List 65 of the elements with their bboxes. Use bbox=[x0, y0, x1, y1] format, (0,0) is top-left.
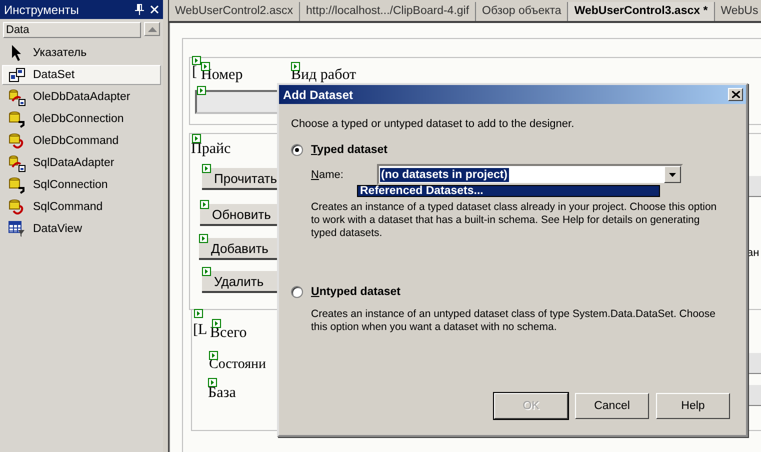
marker-icon[interactable] bbox=[291, 62, 300, 71]
document-tab[interactable]: WebUserControl3.ascx * bbox=[568, 2, 715, 21]
toolbox-item[interactable]: OleDbConnection bbox=[2, 109, 161, 129]
toolbox-item[interactable]: Указатель bbox=[2, 43, 161, 63]
marker-icon[interactable] bbox=[192, 56, 201, 65]
connection-icon bbox=[8, 110, 26, 128]
marker-icon[interactable] bbox=[202, 164, 211, 173]
marker-icon[interactable] bbox=[212, 319, 221, 328]
status-label: Состояни bbox=[209, 357, 266, 373]
toolbox-item[interactable]: SqlConnection bbox=[2, 175, 161, 195]
option-description: Creates an instance of a typed dataset class already in your project. Choose this option to work with a dataset that has a built-in schema. See Help for details on generating typed datasets. bbox=[310, 201, 718, 240]
section-title: Прайс bbox=[191, 141, 231, 158]
option-label[interactable]: Untyped dataset bbox=[311, 286, 400, 298]
option-description: Creates an instance of an untyped dataset class of type System.Data.DataSet. Choose this option when you want a dataset with no schema. bbox=[310, 308, 716, 334]
command-icon bbox=[8, 198, 26, 216]
marker-icon[interactable] bbox=[200, 200, 209, 209]
toolbox-item[interactable]: SqlDataAdapter bbox=[2, 153, 161, 173]
document-tab[interactable]: http://localhost.../ClipBoard-4.gif bbox=[300, 2, 476, 21]
radio-button[interactable] bbox=[291, 144, 303, 156]
panel-title: Инструменты bbox=[4, 2, 80, 16]
document-tab[interactable]: WebUserControl2.ascx bbox=[169, 2, 300, 21]
dialog-button[interactable]: Help bbox=[656, 393, 730, 419]
name-dropdown[interactable]: (no datasets in project) bbox=[377, 164, 683, 185]
radio-button[interactable] bbox=[291, 286, 303, 298]
close-icon[interactable] bbox=[150, 5, 159, 14]
marker-icon[interactable] bbox=[197, 86, 206, 95]
adapter-icon bbox=[8, 154, 26, 172]
form-button[interactable]: Прочитать bbox=[202, 168, 278, 190]
scroll-up-icon bbox=[148, 26, 156, 32]
toolbox-item[interactable]: OleDbCommand bbox=[2, 131, 161, 151]
marker-icon[interactable] bbox=[192, 134, 201, 143]
marker-icon[interactable] bbox=[194, 309, 203, 318]
bracket-mark: [ bbox=[192, 64, 197, 81]
form-button[interactable]: Обновить bbox=[200, 204, 278, 226]
marker-icon[interactable] bbox=[199, 234, 208, 243]
dialog-button[interactable]: Cancel bbox=[575, 393, 649, 419]
dataset-icon bbox=[8, 68, 26, 82]
dropdown-item[interactable]: Referenced Datasets... bbox=[358, 186, 659, 196]
toolbox-item[interactable]: DataSet bbox=[2, 65, 161, 85]
grid-icon bbox=[8, 221, 26, 237]
field-label: Name: bbox=[311, 168, 344, 180]
dialog-title: Add Dataset bbox=[283, 88, 354, 102]
marker-icon[interactable] bbox=[209, 351, 218, 360]
option-label[interactable]: Typed dataset bbox=[311, 144, 388, 156]
bracket-mark: [L bbox=[193, 322, 208, 339]
marker-icon[interactable] bbox=[202, 267, 211, 276]
base-label: База bbox=[208, 385, 236, 402]
connection-icon bbox=[8, 176, 26, 194]
category-header[interactable]: Data bbox=[3, 22, 141, 38]
adapter-icon bbox=[8, 88, 26, 106]
form-button[interactable]: Удалить bbox=[202, 271, 278, 293]
intro-text: Choose a typed or untyped dataset to add to the designer. bbox=[291, 118, 576, 130]
command-icon bbox=[8, 132, 26, 150]
toolbox-item[interactable]: DataView bbox=[2, 219, 161, 239]
form-button[interactable]: Добавить bbox=[199, 238, 278, 260]
toolbox-item[interactable]: SqlCommand bbox=[2, 197, 161, 217]
scroll-up-button[interactable] bbox=[144, 22, 160, 36]
toolbox-item[interactable]: OleDbDataAdapter bbox=[2, 87, 161, 107]
marker-icon[interactable] bbox=[208, 378, 217, 387]
marker-icon[interactable] bbox=[201, 62, 210, 71]
close-button[interactable] bbox=[728, 88, 743, 101]
pin-icon[interactable] bbox=[135, 4, 144, 15]
close-icon bbox=[732, 91, 740, 98]
caret-icon bbox=[669, 172, 676, 176]
document-tab[interactable]: WebUs bbox=[714, 2, 761, 21]
